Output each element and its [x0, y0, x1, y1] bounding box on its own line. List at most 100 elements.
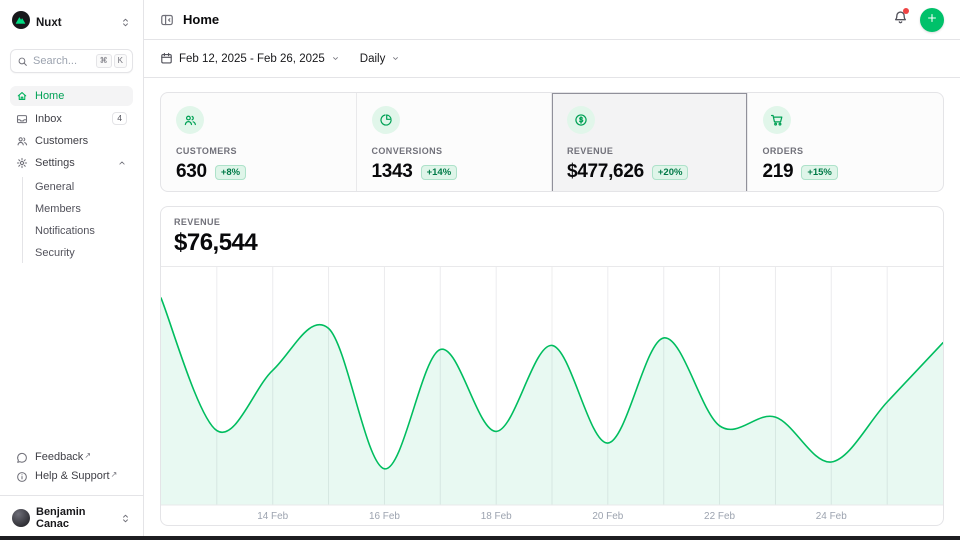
header-actions — [893, 8, 944, 32]
interval-value: Daily — [360, 53, 386, 65]
sidebar-item-feedback[interactable]: Feedback↗ — [10, 448, 133, 467]
content: CUSTOMERS630+8%CONVERSIONS1343+14%REVENU… — [144, 78, 960, 540]
plus-icon — [926, 11, 938, 29]
search-shortcut: ⌘ K — [96, 54, 127, 68]
stat-delta-badge: +8% — [215, 165, 246, 180]
page-title: Home — [183, 12, 219, 27]
stat-card-conversions[interactable]: CONVERSIONS1343+14% — [357, 93, 553, 192]
team-switcher[interactable]: Nuxt — [10, 9, 133, 36]
sidebar-item-label: Home — [35, 90, 64, 102]
cart-icon-circle — [763, 106, 791, 134]
chevron-down-icon — [331, 54, 340, 63]
stat-value: 1343 — [372, 161, 413, 183]
stat-delta-badge: +15% — [801, 165, 838, 180]
sidebar-item-label: Feedback↗ — [35, 451, 91, 463]
pie-chart-icon — [379, 113, 393, 127]
chevron-down-icon — [331, 54, 340, 63]
inbox-count-badge: 4 — [112, 112, 127, 125]
chevrons-up-down-icon — [120, 513, 131, 524]
pie-chart-icon-circle — [372, 106, 400, 134]
x-axis-tick-label: 24 Feb — [816, 511, 847, 522]
gear-icon — [16, 157, 28, 169]
sidebar-footer: Feedback↗ Help & Support↗ Benjamin Canac — [10, 448, 133, 532]
sidebar-item-help-support[interactable]: Help & Support↗ — [10, 467, 133, 486]
stat-label: CONVERSIONS — [372, 146, 537, 156]
sidebar-item-members[interactable]: Members — [31, 199, 133, 219]
sidebar-item-home[interactable]: Home — [10, 86, 133, 106]
x-axis-tick-label: 20 Feb — [592, 511, 623, 522]
search-placeholder: Search... — [33, 55, 77, 67]
chart-value: $76,544 — [174, 229, 930, 257]
add-button[interactable] — [920, 8, 944, 32]
users-icon — [183, 113, 197, 127]
external-link-icon: ↗ — [111, 470, 118, 479]
search-icon — [17, 56, 28, 67]
sidebar-subnav-settings: GeneralMembersNotificationsSecurity — [22, 177, 133, 263]
stat-card-customers[interactable]: CUSTOMERS 630 +8% — [161, 93, 357, 192]
chevrons-up-down-icon — [120, 17, 131, 28]
inbox-icon — [16, 113, 28, 125]
chart-plot-area[interactable]: 14 Feb16 Feb18 Feb20 Feb22 Feb24 Feb — [161, 266, 943, 525]
kbd-k: K — [114, 54, 127, 68]
calendar-icon — [160, 52, 173, 65]
main-area: Home Feb 12, 2025 - Feb 26, 2025 Daily — [144, 0, 960, 540]
app-root: Nuxt Search... ⌘ K Home Inbox4 Customers Se… — [0, 0, 960, 540]
stat-card-orders[interactable]: ORDERS 219 +15% — [748, 93, 944, 192]
sidebar: Nuxt Search... ⌘ K Home Inbox4 Customers Se… — [0, 0, 144, 540]
chart-label: REVENUE — [174, 217, 930, 227]
avatar — [12, 509, 30, 527]
stat-card-revenue[interactable]: REVENUE $477,626 +20% — [552, 93, 748, 192]
sidebar-item-label: Customers — [35, 135, 88, 147]
notification-dot — [903, 8, 909, 14]
dollar-circle-icon — [574, 113, 588, 127]
chart-header: REVENUE $76,544 — [161, 207, 943, 266]
panel-collapse-icon — [160, 13, 174, 27]
stat-value: $477,626 — [567, 161, 644, 183]
home-icon — [16, 90, 28, 102]
dollar-circle-icon-circle — [567, 106, 595, 134]
chevron-down-icon — [391, 54, 400, 63]
notifications-button[interactable] — [893, 10, 908, 30]
user-name: Benjamin Canac — [36, 506, 114, 530]
revenue-area-chart: 14 Feb16 Feb18 Feb20 Feb22 Feb24 Feb — [161, 267, 943, 525]
sidebar-item-inbox[interactable]: Inbox4 — [10, 108, 133, 129]
users-icon — [16, 135, 28, 147]
filters-toolbar: Feb 12, 2025 - Feb 26, 2025 Daily — [144, 40, 960, 78]
chevrons-up-down-icon — [120, 513, 131, 524]
sidebar-item-settings[interactable]: Settings — [10, 153, 133, 173]
chat-bubble-icon — [16, 452, 28, 464]
calendar-icon — [160, 52, 173, 65]
sidebar-item-customers[interactable]: Customers — [10, 131, 133, 151]
sidebar-item-label: Help & Support↗ — [35, 470, 117, 482]
user-menu[interactable]: Benjamin Canac — [10, 504, 133, 532]
sidebar-item-security[interactable]: Security — [31, 243, 133, 263]
search-input[interactable]: Search... ⌘ K — [10, 49, 133, 73]
interval-select[interactable]: Daily — [360, 53, 401, 65]
info-icon — [16, 471, 28, 483]
page-header: Home — [144, 0, 960, 40]
chevron-up-icon — [117, 158, 127, 168]
plus-icon — [926, 12, 938, 24]
stats-row: CUSTOMERS630+8%CONVERSIONS1343+14%REVENU… — [160, 92, 944, 192]
revenue-chart-card: REVENUE $76,544 14 Feb16 Feb18 Feb20 Feb… — [160, 206, 944, 526]
chevrons-up-down-icon — [120, 17, 131, 28]
sidebar-divider — [0, 495, 143, 496]
date-range-picker[interactable]: Feb 12, 2025 - Feb 26, 2025 — [160, 52, 340, 65]
stat-label: REVENUE — [567, 146, 732, 156]
kbd-cmd: ⌘ — [96, 54, 112, 68]
sidebar-item-label: Settings — [35, 157, 75, 169]
stat-delta-badge: +20% — [652, 165, 689, 180]
stat-value: 219 — [763, 161, 794, 183]
sidebar-item-notifications[interactable]: Notifications — [31, 221, 133, 241]
bottom-edge-bar — [0, 536, 960, 540]
sidebar-item-general[interactable]: General — [31, 177, 133, 197]
x-axis-tick-label: 18 Feb — [481, 511, 512, 522]
stat-label: CUSTOMERS — [176, 146, 341, 156]
sidebar-collapse-button[interactable] — [160, 13, 174, 27]
stat-label: ORDERS — [763, 146, 929, 156]
chevron-up-icon — [117, 158, 127, 168]
team-name: Nuxt — [36, 17, 62, 29]
date-range-value: Feb 12, 2025 - Feb 26, 2025 — [179, 53, 325, 65]
nuxt-logo-icon — [12, 11, 30, 34]
stat-value: 630 — [176, 161, 207, 183]
